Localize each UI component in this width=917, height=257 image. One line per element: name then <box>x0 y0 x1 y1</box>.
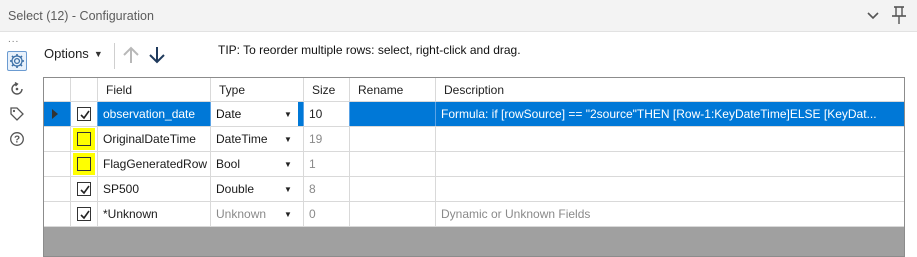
row-indicator <box>44 127 71 151</box>
type-value: DateTime <box>216 132 268 146</box>
table-row[interactable]: observation_date Date ▼ 10 Formula: if [rowS… <box>44 102 904 127</box>
rename-field[interactable] <box>350 152 436 176</box>
field-checkbox[interactable] <box>73 153 95 175</box>
header-rename[interactable]: Rename <box>350 78 436 101</box>
tip-text: TIP: To reorder multiple rows: select, r… <box>218 43 521 57</box>
size-value[interactable]: 0 <box>304 202 350 226</box>
checkbox-box <box>77 157 91 171</box>
type-select[interactable]: Date ▼ <box>211 102 304 126</box>
header-type[interactable]: Type <box>211 78 304 101</box>
field-name[interactable]: observation_date <box>98 102 211 126</box>
checkmark-icon <box>80 110 90 120</box>
arrow-up-icon[interactable] <box>121 44 141 66</box>
size-value[interactable]: 19 <box>304 127 350 151</box>
field-checkbox[interactable] <box>77 107 91 121</box>
toolbar-divider <box>114 43 115 69</box>
help-icon[interactable]: ? <box>7 129 27 149</box>
row-indicator <box>44 152 71 176</box>
arrow-down-icon[interactable] <box>147 44 167 66</box>
header-indicator <box>44 78 71 101</box>
header-size[interactable]: Size <box>304 78 350 101</box>
type-value: Unknown <box>216 207 267 221</box>
rename-field[interactable] <box>350 127 436 151</box>
header-field[interactable]: Field <box>98 78 211 101</box>
row-indicator <box>44 177 71 201</box>
row-checkbox-cell <box>71 177 98 201</box>
type-select[interactable]: Double ▼ <box>211 177 304 201</box>
dropdown-arrow-icon[interactable]: ▼ <box>279 179 297 199</box>
grid-header: Field Type Size Rename Description <box>44 78 904 102</box>
type-select[interactable]: DateTime ▼ <box>211 127 304 151</box>
options-label: Options <box>44 46 89 61</box>
chevron-down-icon[interactable] <box>864 6 882 24</box>
description-field[interactable]: Dynamic or Unknown Fields <box>436 202 904 226</box>
more-dots: ... <box>8 34 20 45</box>
table-row[interactable]: *Unknown Unknown ▼ 0 Dynamic or Unknown Fiel… <box>44 202 904 227</box>
description-field[interactable] <box>436 177 904 201</box>
table-row[interactable]: OriginalDateTime DateTime ▼ 19 <box>44 127 904 152</box>
window-title: Select (12) - Configuration <box>8 9 154 23</box>
description-field[interactable]: Formula: if [rowSource] == "2source"THEN… <box>436 102 904 126</box>
dropdown-arrow-icon[interactable]: ▼ <box>279 129 297 149</box>
tag-icon[interactable] <box>7 104 27 124</box>
field-name[interactable]: *Unknown <box>98 202 211 226</box>
gear-icon[interactable] <box>7 51 27 71</box>
field-grid[interactable]: Field Type Size Rename Description obser… <box>43 77 905 257</box>
table-row[interactable]: FlagGeneratedRow Bool ▼ 1 <box>44 152 904 177</box>
field-name[interactable]: OriginalDateTime <box>98 127 211 151</box>
row-checkbox-cell <box>71 127 98 151</box>
checkmark-icon <box>80 185 90 195</box>
checkmark-icon <box>80 210 90 220</box>
field-checkbox[interactable] <box>77 207 91 221</box>
type-select[interactable]: Unknown ▼ <box>211 202 304 226</box>
header-checkbox-column <box>71 78 98 101</box>
row-checkbox-cell <box>71 102 98 126</box>
current-row-arrow-icon <box>52 109 58 119</box>
type-value: Double <box>216 182 255 196</box>
type-select[interactable]: Bool ▼ <box>211 152 304 176</box>
svg-text:?: ? <box>14 135 20 146</box>
field-name[interactable]: SP500 <box>98 177 211 201</box>
row-checkbox-cell <box>71 152 98 176</box>
description-field[interactable] <box>436 152 904 176</box>
size-value[interactable]: 8 <box>304 177 350 201</box>
field-name[interactable]: FlagGeneratedRow <box>98 152 211 176</box>
field-checkbox[interactable] <box>77 182 91 196</box>
rename-field[interactable] <box>350 177 436 201</box>
row-indicator <box>44 102 71 126</box>
dropdown-arrow-icon[interactable]: ▼ <box>279 104 297 124</box>
row-indicator <box>44 202 71 226</box>
description-field[interactable] <box>436 127 904 151</box>
row-checkbox-cell <box>71 202 98 226</box>
dropdown-arrow-icon[interactable]: ▼ <box>279 204 297 224</box>
refresh-connection-icon[interactable] <box>7 79 27 99</box>
type-value: Bool <box>216 157 241 171</box>
checkbox-box <box>77 132 91 146</box>
options-dropdown[interactable]: Options ▼ <box>44 46 103 61</box>
caret-down-icon: ▼ <box>93 48 103 59</box>
header-description[interactable]: Description <box>436 78 904 101</box>
table-row[interactable]: SP500 Double ▼ 8 <box>44 177 904 202</box>
rename-field[interactable] <box>350 102 436 126</box>
size-value[interactable]: 10 <box>304 102 350 126</box>
rename-field[interactable] <box>350 202 436 226</box>
dropdown-arrow-icon[interactable]: ▼ <box>279 154 297 174</box>
field-checkbox[interactable] <box>73 128 95 150</box>
type-value: Date <box>216 107 242 121</box>
size-value[interactable]: 1 <box>304 152 350 176</box>
pin-icon[interactable] <box>890 5 908 25</box>
title-bar: Select (12) - Configuration <box>0 0 917 32</box>
